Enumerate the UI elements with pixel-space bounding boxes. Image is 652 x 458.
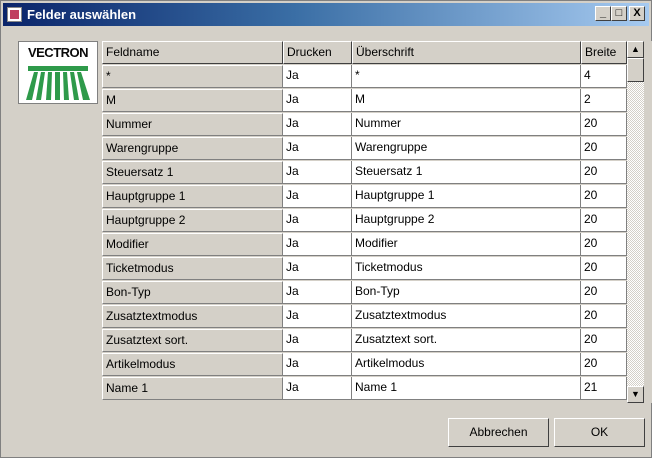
vertical-scrollbar[interactable]: ▲ ▼: [627, 41, 644, 403]
header-row: Feldname Drucken Überschrift Breite: [102, 41, 627, 65]
cell-feldname[interactable]: Ticketmodus: [102, 257, 283, 280]
cell-drucken[interactable]: Ja: [283, 329, 352, 352]
cell-feldname[interactable]: Name 1: [102, 377, 283, 400]
column-header-ueberschrift[interactable]: Überschrift: [352, 41, 581, 64]
cell-ueberschrift[interactable]: Hauptgruppe 1: [352, 185, 581, 208]
fields-grid[interactable]: Feldname Drucken Überschrift Breite * Ja *…: [102, 41, 652, 403]
maximize-button[interactable]: □: [611, 6, 627, 21]
cell-ueberschrift[interactable]: Name 1: [352, 377, 581, 400]
cell-feldname[interactable]: Artikelmodus: [102, 353, 283, 376]
minimize-button[interactable]: _: [595, 6, 611, 21]
cell-drucken[interactable]: Ja: [283, 89, 352, 112]
cell-drucken[interactable]: Ja: [283, 377, 352, 400]
cell-feldname[interactable]: Nummer: [102, 113, 283, 136]
close-button[interactable]: X: [629, 6, 645, 21]
table-row[interactable]: Modifier Ja Modifier 20: [102, 233, 627, 257]
cell-feldname[interactable]: Bon-Typ: [102, 281, 283, 304]
cell-drucken[interactable]: Ja: [283, 257, 352, 280]
cell-ueberschrift[interactable]: Steuersatz 1: [352, 161, 581, 184]
table-row[interactable]: Ticketmodus Ja Ticketmodus 20: [102, 257, 627, 281]
table-row[interactable]: Zusatztext sort. Ja Zusatztext sort. 20: [102, 329, 627, 353]
cell-drucken[interactable]: Ja: [283, 305, 352, 328]
column-header-feldname[interactable]: Feldname: [102, 41, 283, 64]
cell-drucken[interactable]: Ja: [283, 113, 352, 136]
cell-ueberschrift[interactable]: Zusatztextmodus: [352, 305, 581, 328]
table-row[interactable]: M Ja M 2: [102, 89, 627, 113]
cell-drucken[interactable]: Ja: [283, 137, 352, 160]
cell-breite[interactable]: 20: [581, 353, 627, 376]
cell-breite[interactable]: 20: [581, 113, 627, 136]
table-row[interactable]: Steuersatz 1 Ja Steuersatz 1 20: [102, 161, 627, 185]
cell-feldname[interactable]: Warengruppe: [102, 137, 283, 160]
cell-breite[interactable]: 20: [581, 233, 627, 256]
ok-button[interactable]: OK: [554, 418, 645, 447]
cell-feldname[interactable]: Hauptgruppe 1: [102, 185, 283, 208]
cell-ueberschrift[interactable]: Warengruppe: [352, 137, 581, 160]
cancel-button[interactable]: Abbrechen: [448, 418, 549, 447]
scrollbar-thumb[interactable]: [627, 58, 644, 82]
column-header-breite[interactable]: Breite: [581, 41, 627, 64]
cell-ueberschrift[interactable]: Hauptgruppe 2: [352, 209, 581, 232]
cell-drucken[interactable]: Ja: [283, 65, 352, 88]
cell-breite[interactable]: 2: [581, 89, 627, 112]
table-row[interactable]: Zusatztextmodus Ja Zusatztextmodus 20: [102, 305, 627, 329]
cell-breite[interactable]: 20: [581, 137, 627, 160]
table-row[interactable]: * Ja * 4: [102, 65, 627, 89]
title-bar[interactable]: Felder auswählen _ □ X: [3, 3, 649, 26]
logo-graphic-icon: [26, 66, 90, 100]
table-row[interactable]: Name 1 Ja Name 1 21: [102, 377, 627, 401]
cell-ueberschrift[interactable]: Zusatztext sort.: [352, 329, 581, 352]
cell-ueberschrift[interactable]: *: [352, 65, 581, 88]
cell-feldname[interactable]: *: [102, 65, 283, 88]
cell-drucken[interactable]: Ja: [283, 281, 352, 304]
arrow-down-icon[interactable]: ▼: [627, 386, 644, 403]
cell-feldname[interactable]: Zusatztextmodus: [102, 305, 283, 328]
cell-ueberschrift[interactable]: M: [352, 89, 581, 112]
table-row[interactable]: Nummer Ja Nummer 20: [102, 113, 627, 137]
cell-breite[interactable]: 20: [581, 305, 627, 328]
table-row[interactable]: Warengruppe Ja Warengruppe 20: [102, 137, 627, 161]
cell-drucken[interactable]: Ja: [283, 209, 352, 232]
cell-ueberschrift[interactable]: Modifier: [352, 233, 581, 256]
cell-breite[interactable]: 20: [581, 209, 627, 232]
cell-breite[interactable]: 20: [581, 161, 627, 184]
cell-breite[interactable]: 20: [581, 329, 627, 352]
cell-ueberschrift[interactable]: Artikelmodus: [352, 353, 581, 376]
cell-breite[interactable]: 4: [581, 65, 627, 88]
cell-breite[interactable]: 20: [581, 281, 627, 304]
cell-ueberschrift[interactable]: Ticketmodus: [352, 257, 581, 280]
table-row[interactable]: Artikelmodus Ja Artikelmodus 20: [102, 353, 627, 377]
table-row[interactable]: Hauptgruppe 2 Ja Hauptgruppe 2 20: [102, 209, 627, 233]
window-title: Felder auswählen: [27, 7, 137, 22]
cell-breite[interactable]: 20: [581, 185, 627, 208]
cell-feldname[interactable]: Modifier: [102, 233, 283, 256]
dialog-window: Felder auswählen _ □ X VECTRON Feldname …: [0, 0, 652, 458]
vectron-logo: VECTRON: [18, 41, 98, 104]
app-icon: [7, 7, 22, 22]
cell-drucken[interactable]: Ja: [283, 233, 352, 256]
cell-feldname[interactable]: Hauptgruppe 2: [102, 209, 283, 232]
cell-feldname[interactable]: M: [102, 89, 283, 112]
arrow-up-icon[interactable]: ▲: [627, 41, 644, 58]
table-row[interactable]: Bon-Typ Ja Bon-Typ 20: [102, 281, 627, 305]
cell-drucken[interactable]: Ja: [283, 185, 352, 208]
cell-breite[interactable]: 20: [581, 257, 627, 280]
cell-ueberschrift[interactable]: Bon-Typ: [352, 281, 581, 304]
cell-drucken[interactable]: Ja: [283, 161, 352, 184]
logo-text: VECTRON: [27, 45, 89, 60]
table-row[interactable]: Hauptgruppe 1 Ja Hauptgruppe 1 20: [102, 185, 627, 209]
cell-feldname[interactable]: Zusatztext sort.: [102, 329, 283, 352]
cell-breite[interactable]: 21: [581, 377, 627, 400]
cell-feldname[interactable]: Steuersatz 1: [102, 161, 283, 184]
column-header-drucken[interactable]: Drucken: [283, 41, 352, 64]
cell-ueberschrift[interactable]: Nummer: [352, 113, 581, 136]
cell-drucken[interactable]: Ja: [283, 353, 352, 376]
